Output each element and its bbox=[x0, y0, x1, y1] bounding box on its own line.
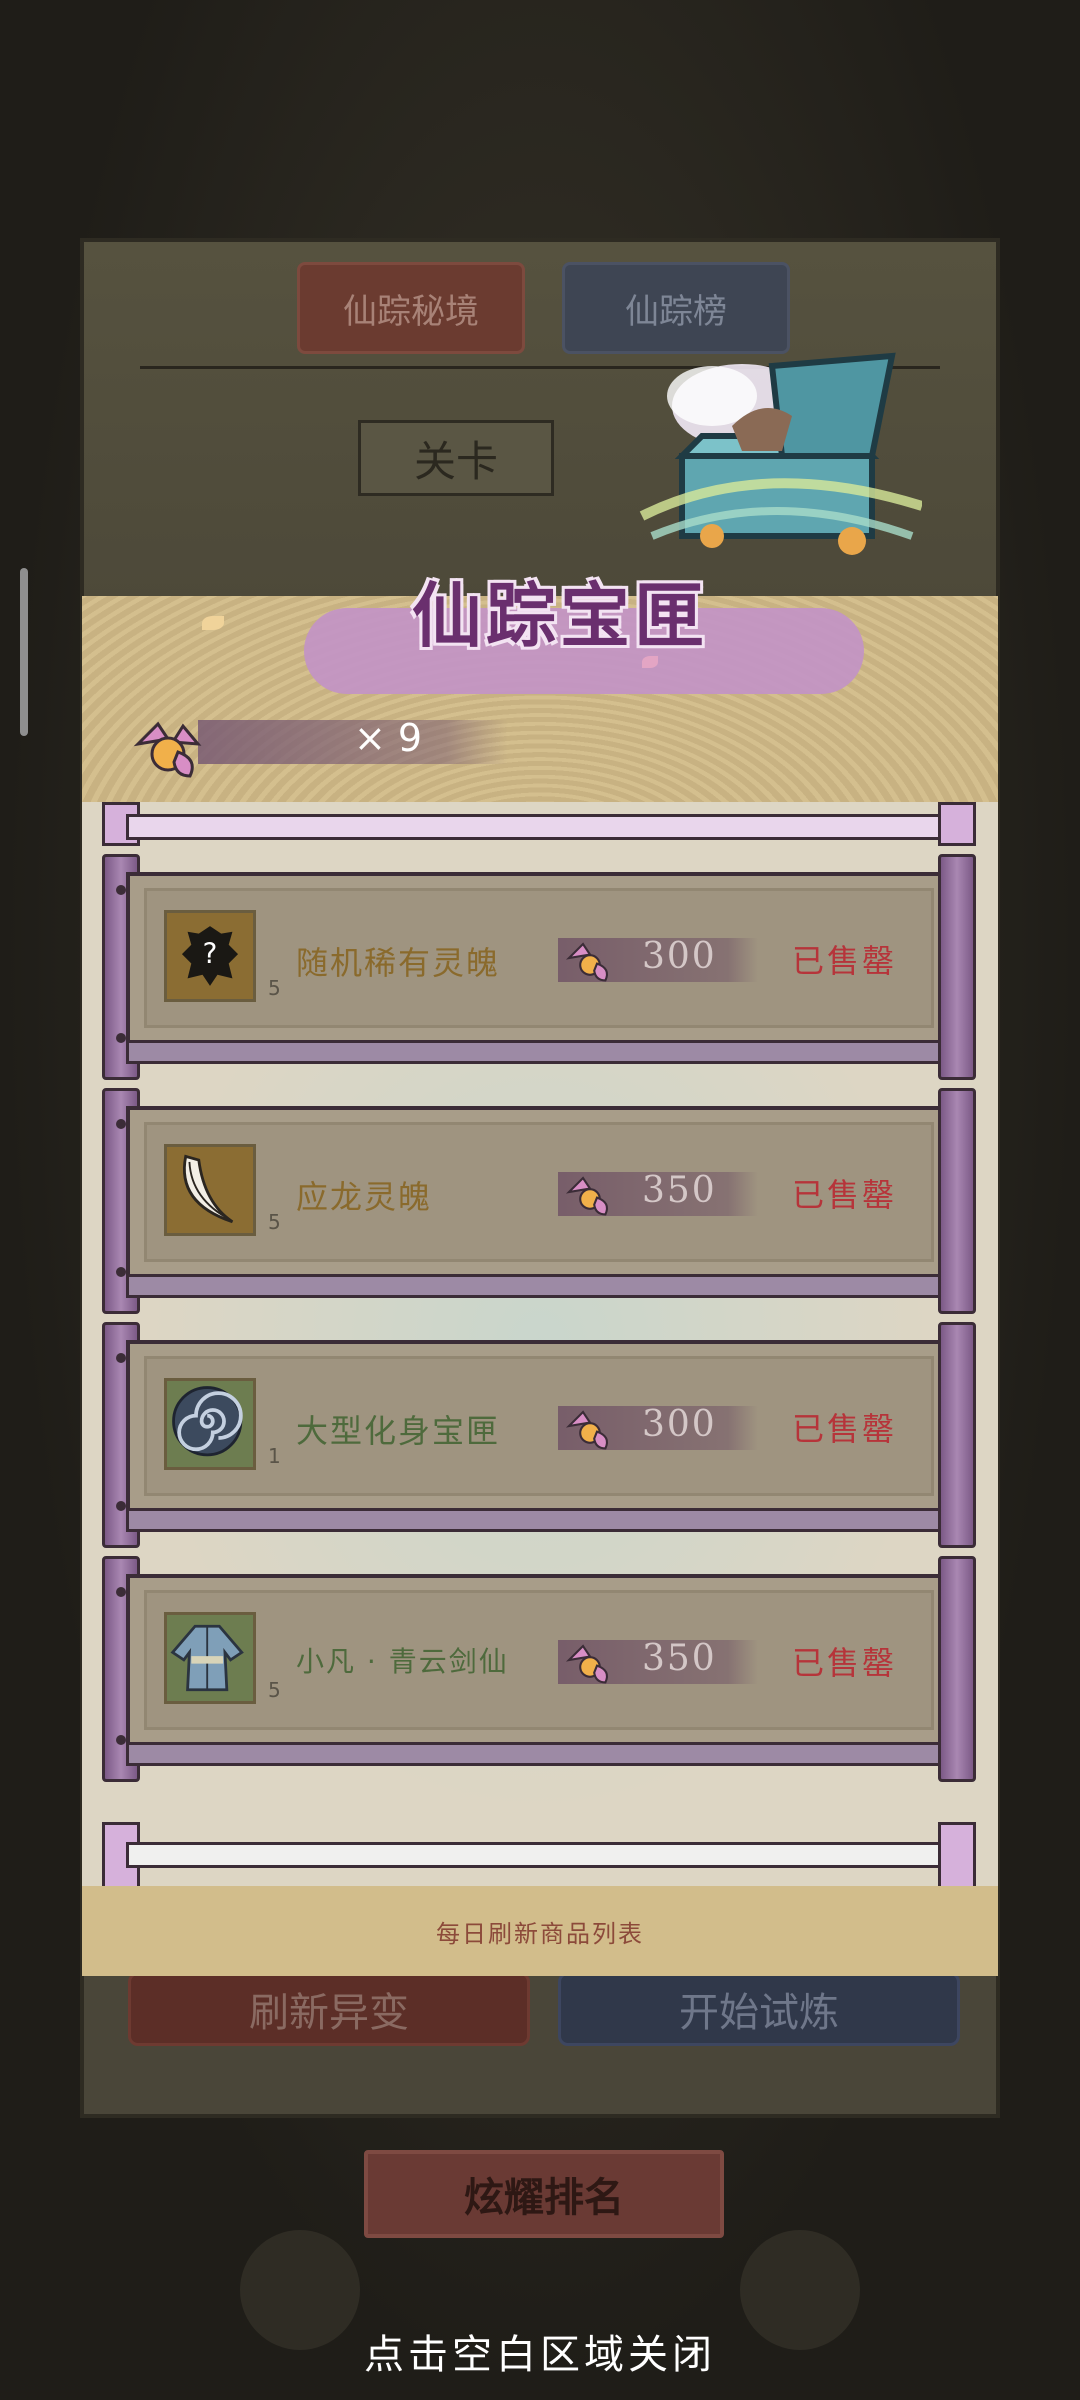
spiral-orb-icon[interactable] bbox=[164, 1378, 256, 1470]
spirit-gourd-icon bbox=[565, 1644, 609, 1684]
post-right bbox=[938, 854, 976, 1080]
item-quantity: 5 bbox=[268, 1678, 281, 1702]
robe-icon[interactable] bbox=[164, 1612, 256, 1704]
spirit-gourd-icon bbox=[565, 942, 609, 982]
item-name: 应龙灵魄 bbox=[296, 1178, 433, 1216]
post-dot bbox=[116, 1735, 126, 1745]
list-item-partial-bottom bbox=[102, 1822, 976, 1892]
post-right bbox=[938, 1322, 976, 1548]
spirit-gourd-icon bbox=[133, 721, 202, 778]
treasure-popup: 仙踪宝匣 × 9 ? 5 随机稀有灵魄 300 已售罄 5 应龙灵魄 350 已… bbox=[82, 352, 998, 1976]
petal-decoration bbox=[642, 656, 658, 668]
post-dot bbox=[116, 1587, 126, 1597]
close-hint[interactable]: 点击空白区域关闭 bbox=[0, 2322, 1080, 2380]
sold-out-label: 已售罄 bbox=[792, 1410, 898, 1448]
currency-count: × 9 bbox=[354, 716, 423, 760]
list-item[interactable]: 5 应龙灵魄 350 已售罄 bbox=[102, 1088, 976, 1314]
item-base bbox=[126, 1274, 952, 1298]
post-right bbox=[938, 802, 976, 846]
item-price: 350 bbox=[642, 1638, 717, 1679]
popup-title: 仙踪宝匣 bbox=[412, 575, 708, 657]
feather-icon[interactable] bbox=[164, 1144, 256, 1236]
post-right bbox=[938, 1088, 976, 1314]
scroll-bar-segment bbox=[126, 1842, 952, 1868]
post-dot bbox=[116, 885, 126, 895]
shop-list[interactable]: ? 5 随机稀有灵魄 300 已售罄 5 应龙灵魄 350 已售罄 1 大型化身… bbox=[82, 802, 998, 1892]
refresh-button: 刷新异变 bbox=[128, 1972, 530, 2046]
post-dot bbox=[116, 1119, 126, 1129]
side-handle[interactable] bbox=[20, 568, 28, 736]
spirit-gourd-icon bbox=[565, 1176, 609, 1216]
list-item[interactable]: 5 小凡 · 青云剑仙 350 已售罄 bbox=[102, 1556, 976, 1782]
list-item[interactable]: ? 5 随机稀有灵魄 300 已售罄 bbox=[102, 854, 976, 1080]
popup-header: 仙踪宝匣 × 9 bbox=[82, 352, 998, 802]
item-quantity: 5 bbox=[268, 1210, 281, 1234]
post-dot bbox=[116, 1353, 126, 1363]
post-right bbox=[938, 1822, 976, 1892]
scroll-bar-segment bbox=[126, 814, 952, 840]
item-price: 350 bbox=[642, 1170, 717, 1211]
svg-text:?: ? bbox=[203, 937, 218, 970]
tab-secret-realm: 仙踪秘境 bbox=[297, 262, 525, 354]
post-dot bbox=[116, 1501, 126, 1511]
item-base bbox=[126, 1742, 952, 1766]
sold-out-label: 已售罄 bbox=[792, 1644, 898, 1682]
start-trial-button: 开始试炼 bbox=[558, 1972, 960, 2046]
item-quantity: 5 bbox=[268, 976, 281, 1000]
treasure-chest-icon bbox=[639, 352, 922, 555]
item-name: 随机稀有灵魄 bbox=[296, 944, 501, 982]
item-name: 小凡 · 青云剑仙 bbox=[296, 1645, 509, 1678]
currency-row: × 9 bbox=[128, 704, 548, 778]
mystery-silhouette-icon[interactable]: ? bbox=[164, 910, 256, 1002]
post-dot bbox=[116, 1033, 126, 1043]
item-quantity: 1 bbox=[268, 1444, 281, 1468]
post-right bbox=[938, 1556, 976, 1782]
post-dot bbox=[116, 1267, 126, 1277]
currency-bar bbox=[198, 720, 508, 764]
item-price: 300 bbox=[642, 1404, 717, 1445]
rank-button: 炫耀排名 bbox=[364, 2150, 724, 2238]
sold-out-label: 已售罄 bbox=[792, 1176, 898, 1214]
spirit-gourd-icon bbox=[565, 1410, 609, 1450]
stage-label: 关卡 bbox=[358, 420, 554, 496]
sold-out-label: 已售罄 bbox=[792, 942, 898, 980]
item-price: 300 bbox=[642, 936, 717, 977]
list-item-partial-top bbox=[102, 802, 976, 846]
petal-decoration bbox=[202, 616, 224, 630]
item-name: 大型化身宝匣 bbox=[296, 1412, 501, 1450]
footer-note: 每日刷新商品列表 bbox=[82, 1886, 998, 1976]
list-item[interactable]: 1 大型化身宝匣 300 已售罄 bbox=[102, 1322, 976, 1548]
item-base bbox=[126, 1040, 952, 1064]
item-base bbox=[126, 1508, 952, 1532]
